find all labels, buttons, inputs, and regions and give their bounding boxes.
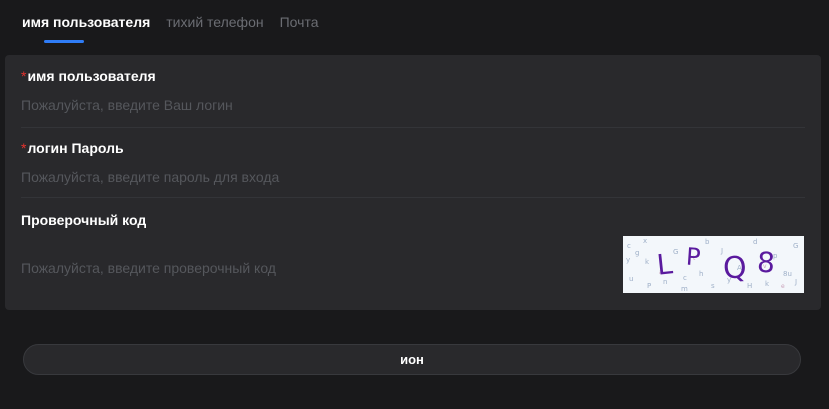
required-mark: * bbox=[21, 140, 27, 156]
captcha-glyph-p: P bbox=[685, 243, 701, 272]
tab-phone[interactable]: тихий телефон bbox=[166, 0, 263, 30]
username-label-text: имя пользователя bbox=[27, 68, 156, 84]
username-input[interactable] bbox=[21, 95, 581, 115]
username-divider bbox=[21, 127, 805, 128]
username-label: *имя пользователя bbox=[21, 68, 156, 84]
login-method-tabs: имя пользователя тихий телефон Почта bbox=[22, 0, 319, 44]
captcha-label: Проверочный код bbox=[21, 212, 147, 228]
svg-text:y: y bbox=[626, 256, 630, 264]
active-tab-indicator bbox=[44, 40, 84, 43]
captcha-image-graphic: c x y g u k P n G c m b h J y d H k p 8u… bbox=[626, 237, 798, 293]
password-input[interactable] bbox=[21, 167, 581, 187]
svg-text:J: J bbox=[794, 278, 797, 286]
svg-text:k: k bbox=[765, 280, 770, 288]
svg-text:e: e bbox=[781, 283, 785, 290]
svg-text:P: P bbox=[647, 282, 651, 290]
svg-text:b: b bbox=[705, 238, 710, 246]
required-mark: * bbox=[21, 68, 27, 84]
captcha-glyph-q: Q bbox=[722, 250, 748, 287]
svg-text:x: x bbox=[643, 237, 647, 245]
tab-username[interactable]: имя пользователя bbox=[22, 0, 150, 30]
login-page: имя пользователя тихий телефон Почта *им… bbox=[0, 0, 829, 409]
captcha-input[interactable] bbox=[21, 258, 581, 278]
svg-text:u: u bbox=[629, 275, 633, 283]
svg-text:h: h bbox=[699, 270, 703, 278]
svg-text:H: H bbox=[747, 282, 752, 290]
svg-text:G: G bbox=[673, 248, 678, 256]
svg-text:G: G bbox=[793, 242, 798, 250]
svg-text:c: c bbox=[627, 242, 631, 250]
captcha-glyph-l: L bbox=[655, 247, 674, 281]
svg-text:m: m bbox=[681, 285, 688, 293]
password-label-text: логин Пароль bbox=[27, 140, 124, 156]
login-form: *имя пользователя *логин Пароль Провероч… bbox=[5, 55, 821, 310]
password-divider bbox=[21, 197, 805, 198]
svg-text:k: k bbox=[645, 258, 650, 266]
svg-text:s: s bbox=[711, 282, 715, 290]
svg-text:8u: 8u bbox=[783, 270, 792, 278]
svg-text:g: g bbox=[635, 249, 639, 257]
password-label: *логин Пароль bbox=[21, 140, 124, 156]
svg-text:c: c bbox=[683, 274, 687, 282]
captcha-image[interactable]: c x y g u k P n G c m b h J y d H k p 8u… bbox=[623, 236, 804, 293]
submit-button[interactable]: ион bbox=[23, 344, 801, 375]
svg-text:d: d bbox=[753, 238, 757, 246]
tab-email[interactable]: Почта bbox=[280, 0, 319, 30]
captcha-glyph-8: 8 bbox=[756, 246, 776, 280]
